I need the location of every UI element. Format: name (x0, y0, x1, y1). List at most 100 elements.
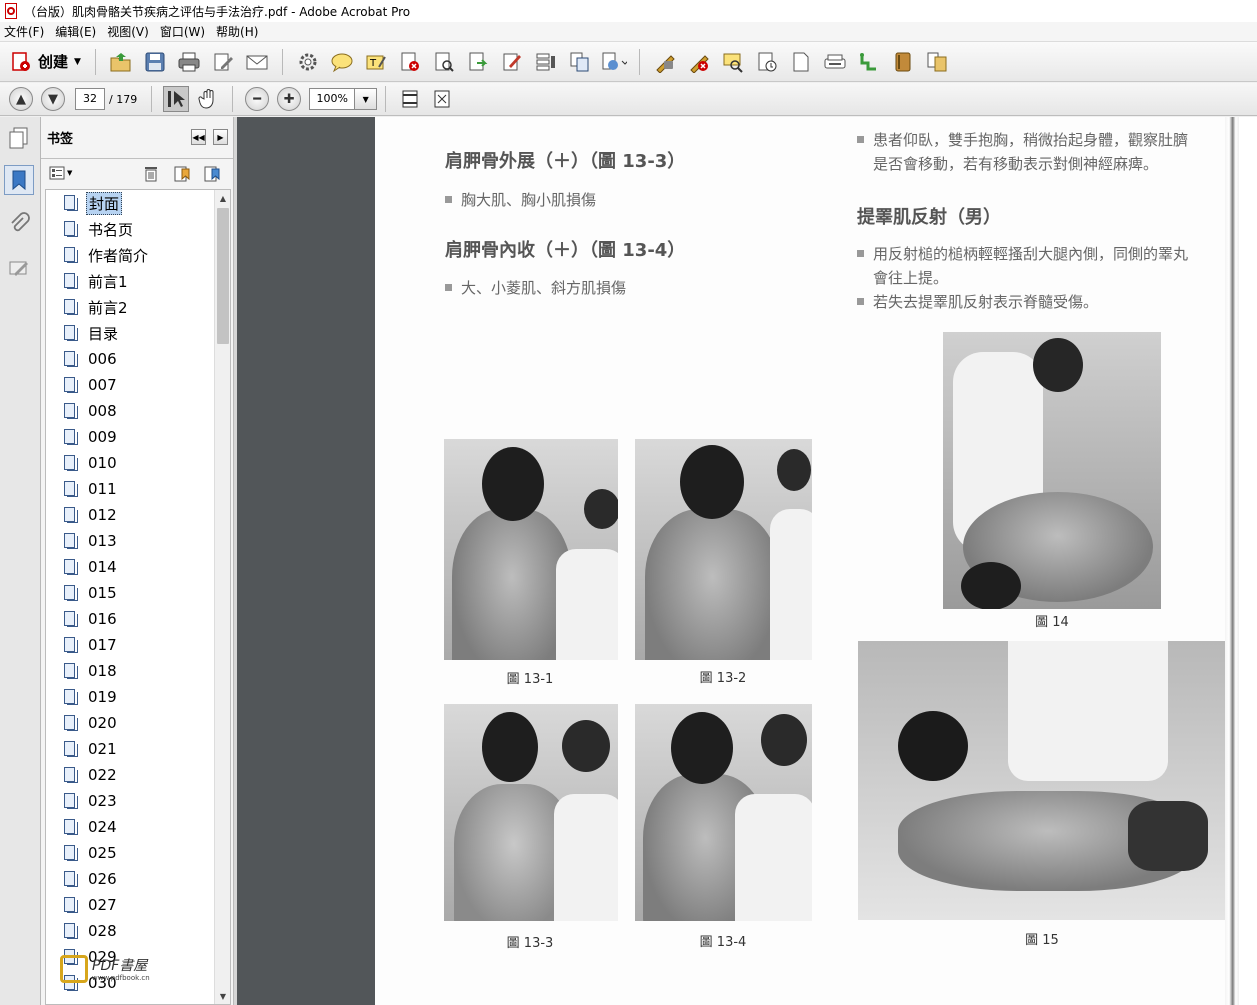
bookmark-label: 016 (88, 610, 117, 628)
highlight-button[interactable]: T (363, 49, 389, 75)
page-thumbnails-button[interactable] (4, 123, 34, 153)
bookmark-item[interactable]: 作者简介 (64, 244, 150, 266)
bookmark-item[interactable]: 016 (64, 608, 119, 630)
redact-button[interactable] (686, 49, 712, 75)
panel-options-button[interactable]: ▶ (213, 129, 228, 145)
page-number-input[interactable]: 32 (75, 88, 105, 110)
bookmark-item[interactable]: 024 (64, 816, 119, 838)
previous-page-button[interactable]: ▲ (9, 87, 33, 111)
blank-page-button[interactable] (788, 49, 814, 75)
share-button[interactable] (601, 49, 627, 75)
bookmark-item[interactable]: 封面 (64, 191, 123, 215)
scroll-down-icon[interactable]: ▼ (215, 988, 230, 1004)
menu-view[interactable]: 视图(V) (103, 23, 156, 40)
action-wizard-button[interactable] (856, 49, 882, 75)
trash-icon (145, 167, 157, 182)
bookmark-item[interactable]: 020 (64, 712, 119, 734)
edit-button[interactable] (210, 49, 236, 75)
new-bookmark-button[interactable] (173, 165, 191, 185)
bookmark-item[interactable]: 015 (64, 582, 119, 604)
bookmark-page-icon (64, 871, 78, 887)
bookmark-item[interactable]: 026 (64, 868, 119, 890)
bookmark-item[interactable]: 007 (64, 374, 119, 396)
bookmark-item[interactable]: 019 (64, 686, 119, 708)
bookmark-item[interactable]: 006 (64, 348, 119, 370)
section-title-cremasteric: 提睪肌反射（男） (857, 207, 1001, 228)
bookmark-item[interactable]: 023 (64, 790, 119, 812)
notebook-button[interactable] (890, 49, 916, 75)
scroll-thumb[interactable] (217, 208, 229, 344)
bookmark-label: 019 (88, 688, 117, 706)
print-button[interactable] (176, 49, 202, 75)
create-button[interactable]: 创建 ▼ (4, 47, 87, 77)
scroll-up-icon[interactable]: ▲ (215, 190, 230, 206)
zoom-selector[interactable]: 100% ▼ (309, 88, 378, 110)
save-button[interactable] (142, 49, 168, 75)
scan-button[interactable] (822, 49, 848, 75)
form-button[interactable] (533, 49, 559, 75)
open-button[interactable] (108, 49, 134, 75)
chevron-down-icon[interactable]: ▼ (355, 88, 378, 110)
delete-bookmark-button[interactable] (143, 165, 159, 185)
bookmarks-tab-button[interactable] (4, 165, 34, 195)
bookmark-item[interactable]: 010 (64, 452, 119, 474)
hand-tool-button[interactable] (195, 86, 221, 112)
caption-13-2: 圖 13-2 (699, 671, 747, 686)
fit-page-button[interactable] (397, 86, 423, 112)
bookmark-item[interactable]: 027 (64, 894, 119, 916)
bookmark-item[interactable]: 书名页 (64, 218, 135, 240)
next-page-button[interactable]: ▼ (41, 87, 65, 111)
bookmarks-scrollbar[interactable]: ▲ ▼ (214, 190, 230, 1004)
settings-button[interactable] (295, 49, 321, 75)
combine-button[interactable] (567, 49, 593, 75)
zoom-input[interactable]: 100% (309, 88, 356, 110)
bookmark-label: 目录 (88, 324, 119, 343)
pages-icon (9, 127, 28, 149)
secure-button[interactable] (652, 49, 678, 75)
bookmark-item[interactable]: 前言2 (64, 296, 130, 318)
comment-button[interactable] (329, 49, 355, 75)
collapse-panel-button[interactable]: ◀◀ (191, 129, 206, 145)
bookmark-item[interactable]: 017 (64, 634, 119, 656)
menu-file[interactable]: 文件(F) (0, 23, 51, 40)
bookmark-options-button[interactable]: ▼ (49, 165, 72, 181)
remove-doc-button[interactable] (397, 49, 423, 75)
bookmark-item[interactable]: 011 (64, 478, 119, 500)
menu-window[interactable]: 窗口(W) (156, 23, 212, 40)
review-button[interactable] (720, 49, 746, 75)
bookmarks-list[interactable]: 封面书名页作者简介前言1 前言2 目录 006 007 008 009 010 011 012 01… (45, 189, 231, 1005)
bookmark-item[interactable]: 目录 (64, 322, 120, 344)
zoom-out-button[interactable]: ━ (245, 87, 270, 111)
bookmark-label: 028 (88, 922, 117, 940)
zoom-in-button[interactable]: ✚ (277, 87, 302, 111)
expand-bookmark-button[interactable] (203, 165, 221, 185)
bookmark-item[interactable]: 028 (64, 920, 119, 942)
document-viewer[interactable]: 肩胛骨外展（＋）（圖 13-3） 胸大肌、胸小肌損傷 肩胛骨內收（＋）（圖 13… (237, 117, 1257, 1005)
bookmark-item[interactable]: 025 (64, 842, 119, 864)
signatures-button[interactable] (4, 253, 34, 283)
document-scroll-gutter[interactable] (1239, 117, 1257, 1005)
export-button[interactable] (465, 49, 491, 75)
organize-button[interactable] (924, 49, 950, 75)
fullscreen-button[interactable] (429, 86, 455, 112)
select-tool-button[interactable] (163, 86, 190, 112)
bookmark-page-icon (64, 611, 78, 627)
search-doc-button[interactable] (431, 49, 457, 75)
email-button[interactable] (244, 49, 270, 75)
bookmark-item[interactable]: 008 (64, 400, 119, 422)
attachments-button[interactable] (4, 209, 34, 239)
bookmark-item[interactable]: 前言1 (64, 270, 130, 292)
bookmark-item[interactable]: 014 (64, 556, 119, 578)
bookmark-item[interactable]: 022 (64, 764, 119, 786)
bookmark-item[interactable]: 012 (64, 504, 119, 526)
menu-edit[interactable]: 编辑(E) (51, 23, 103, 40)
bookmark-item[interactable]: 009 (64, 426, 119, 448)
bookmark-item[interactable]: 018 (64, 660, 119, 682)
menu-help[interactable]: 帮助(H) (212, 23, 265, 40)
bookmark-item[interactable]: 021 (64, 738, 119, 760)
bookmark-item[interactable]: 013 (64, 530, 119, 552)
bookmark-page-icon (64, 299, 78, 315)
properties-button[interactable] (754, 49, 780, 75)
sign-button[interactable] (499, 49, 525, 75)
bullet-text: 胸大肌、胸小肌損傷 (461, 191, 597, 209)
